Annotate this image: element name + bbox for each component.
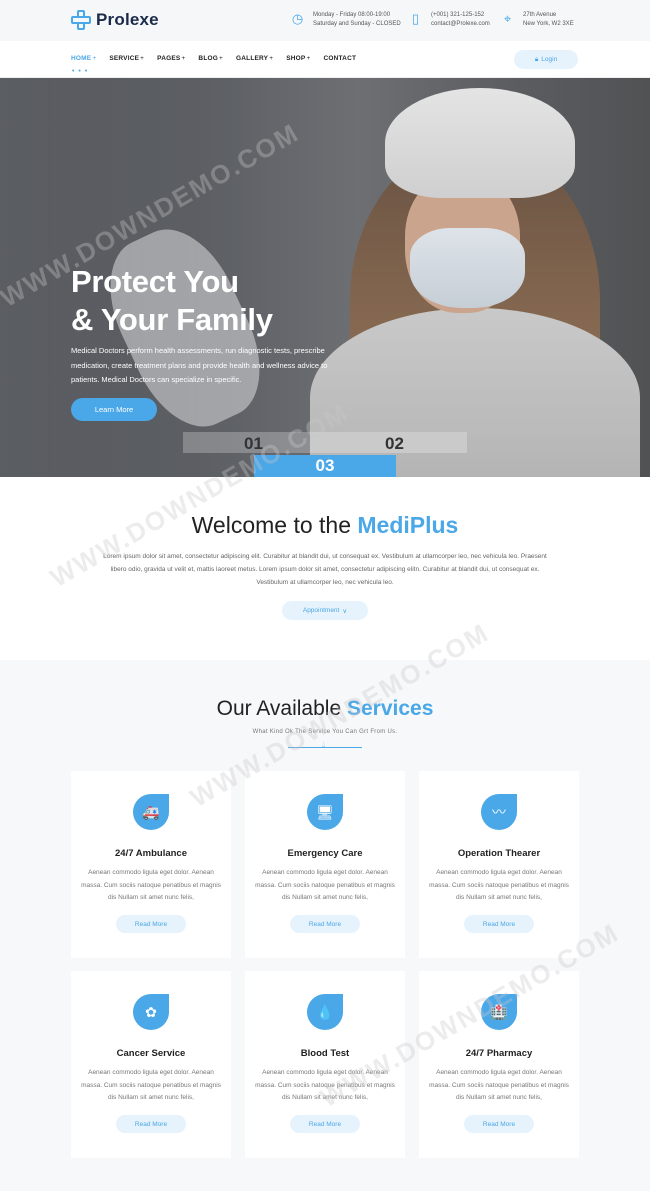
top-info-bar: Prolexe ◷ Monday - Friday 08:00-19:00 Sa… [0,0,650,41]
monitor-icon: 🖥 [307,794,343,830]
service-title: Operation Thearer [457,848,541,859]
nav-item-contact[interactable]: CONTACT [323,55,356,62]
ambulance-icon: 🚑 [133,794,169,830]
drop-icon: 💧︎ [322,740,326,749]
slider-pagination [183,432,467,453]
opening-hours: ◷ Monday - Friday 08:00-19:00 Saturday a… [290,11,401,29]
brand-logo[interactable]: Prolexe [71,10,159,30]
service-text: Aenean commodo ligula eget dolor. Aenean… [429,1069,569,1101]
location-icon: ⌖ [503,11,512,26]
welcome-title: Welcome to the MediPlus [191,512,459,538]
medical-cross-icon [71,10,91,30]
address-info: ⌖ 27th Avenue New York, W2 3XE [500,11,574,29]
pharmacy-building-icon: 🏥 [481,994,517,1030]
chevron-down-icon: ∨ [342,607,348,615]
service-card: 〰 Operation Thearer Aenean commodo ligul… [419,771,579,958]
hero-title: Protect You & Your Family [71,264,273,337]
service-card: 🏥 24/7 Pharmacy Aenean commodo ligula eg… [419,971,579,1158]
contact-info: ▯ (+001) 321-125-152 contact@Prolexe.com [408,11,490,29]
hero-description: Medical Doctors perform health assessmen… [71,346,328,384]
hours-line-2: Saturday and Sunday - CLOSED [313,21,401,27]
service-text: Aenean commodo ligula eget dolor. Aenean… [429,869,569,901]
service-title: 24/7 Ambulance [115,848,187,859]
phone-number[interactable]: (+001) 321-125-152 [431,11,490,20]
nav-item-service[interactable]: SERVICE+ [109,55,144,62]
hours-line-1: Monday - Friday 08:00-19:00 [313,12,391,18]
heartbeat-icon: 〰 [481,794,517,830]
brand-name: Prolexe [96,10,159,29]
services-section: Our Available Services What Kind Ok The … [0,660,650,1191]
slide-tab-01[interactable]: 01 [244,434,263,454]
blood-drop-icon: 💧 [307,994,343,1030]
read-more-button[interactable]: Read More [290,1115,360,1133]
read-more-button[interactable]: Read More [116,1115,186,1133]
service-text: Aenean commodo ligula eget dolor. Aenean… [255,1069,395,1101]
service-card: ✿ Cancer Service Aenean commodo ligula e… [71,971,231,1158]
nav-item-pages[interactable]: PAGES+ [157,55,185,62]
service-text: Aenean commodo ligula eget dolor. Aenean… [81,1069,221,1101]
slide-tab-03-active[interactable]: 03 [254,455,396,477]
service-title: Emergency Care [287,848,363,859]
service-title: 24/7 Pharmacy [465,1048,533,1059]
service-text: Aenean commodo ligula eget dolor. Aenean… [81,869,221,901]
address-line-1: 27th Avenue [523,12,557,18]
nav-item-shop[interactable]: SHOP+ [286,55,310,62]
slide-tab-02[interactable]: 02 [385,434,404,454]
learn-more-button[interactable]: Learn More [71,398,157,421]
clock-icon: ◷ [291,11,304,26]
read-more-button[interactable]: Read More [464,915,534,933]
address-line-2: New York, W2 3XE [523,21,574,27]
nav-item-blog[interactable]: BLOG+ [198,55,223,62]
read-more-button[interactable]: Read More [116,915,186,933]
appointment-button[interactable]: Appointment ∨ [282,601,368,620]
nav-item-gallery[interactable]: GALLERY+ [236,55,273,62]
nav-item-home[interactable]: HOME+ [71,55,96,62]
main-navigation: HOME+ SERVICE+ PAGES+ BLOG+ GALLERY+ SHO… [0,41,650,78]
active-indicator: • • • [72,68,89,75]
lock-icon: 🔒︎ [534,55,539,63]
login-button[interactable]: 🔒︎ Login [514,50,578,69]
service-card: 💧 Blood Test Aenean commodo ligula eget … [245,971,405,1158]
service-text: Aenean commodo ligula eget dolor. Aenean… [255,869,395,901]
brain-icon: ✿ [133,994,169,1030]
hero-doctor-image [88,78,640,477]
service-card: 🖥 Emergency Care Aenean commodo ligula e… [245,771,405,958]
phone-icon: ▯ [411,11,420,26]
services-subtitle: What Kind Ok The Service You Can Grt Fro… [252,729,398,735]
service-title: Cancer Service [116,1048,186,1059]
services-title: Our Available Services [216,697,434,720]
read-more-button[interactable]: Read More [464,1115,534,1133]
hero-slider: Protect You & Your Family Medical Doctors… [0,78,650,477]
service-title: Blood Test [300,1048,350,1059]
service-card: 🚑 24/7 Ambulance Aenean commodo ligula e… [71,771,231,958]
contact-email[interactable]: contact@Prolexe.com [431,20,490,29]
read-more-button[interactable]: Read More [290,915,360,933]
welcome-text: Lorem ipsum dolor sit amet, consectetur … [103,553,547,586]
